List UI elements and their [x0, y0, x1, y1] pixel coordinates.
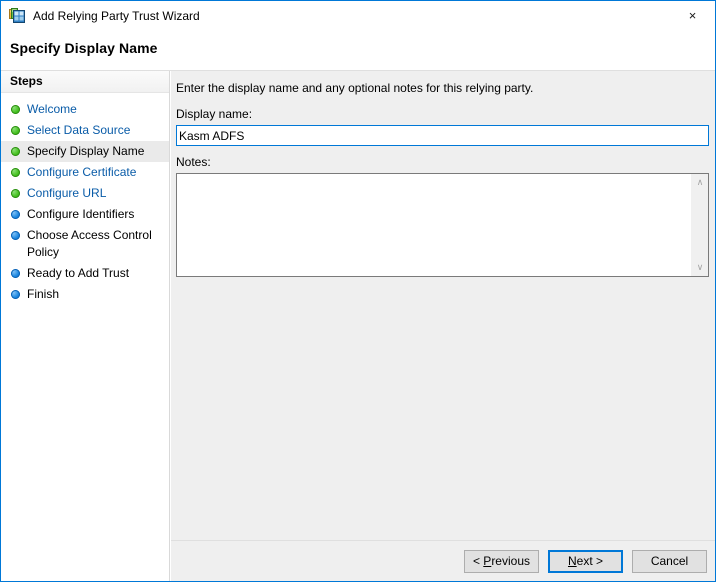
sidebar-item-label: Ready to Add Trust [27, 266, 130, 280]
sidebar-item-label: Configure URL [27, 186, 107, 200]
sidebar-item-configure-certificate[interactable]: Configure Certificate [1, 162, 169, 183]
steps-header: Steps [1, 71, 169, 93]
sidebar-item-label: Select Data Source [27, 123, 131, 137]
sidebar-item-label: Specify Display Name [27, 144, 145, 158]
sidebar-item-configure-url[interactable]: Configure URL [1, 183, 169, 204]
sidebar-item-ready-to-add-trust[interactable]: Ready to Add Trust [1, 263, 169, 284]
steps-sidebar: Steps Welcome Select Data Source Specify… [1, 71, 169, 581]
notes-scrollbar[interactable]: ∧ ∨ [691, 174, 708, 276]
step-bullet-icon [11, 231, 20, 240]
title-bar: Add Relying Party Trust Wizard × [1, 1, 715, 31]
notes-input[interactable] [177, 174, 691, 276]
steps-list: Welcome Select Data Source Specify Displ… [1, 93, 169, 305]
previous-button[interactable]: < Previous [463, 550, 539, 573]
step-bullet-icon [11, 126, 20, 135]
sidebar-item-finish[interactable]: Finish [1, 284, 169, 305]
chevron-up-icon[interactable]: ∧ [692, 174, 708, 191]
notes-field-wrapper: ∧ ∨ [176, 173, 709, 277]
button-row: < Previous Next > Cancel [463, 550, 707, 573]
cancel-button[interactable]: Cancel [632, 550, 707, 573]
intro-text: Enter the display name and any optional … [176, 81, 534, 95]
step-bullet-icon [11, 105, 20, 114]
step-bullet-icon [11, 210, 20, 219]
relying-party-trust-icon [9, 8, 25, 24]
page-header: Specify Display Name [1, 31, 715, 71]
next-button-accel: N [567, 554, 577, 568]
step-bullet-icon [11, 147, 20, 156]
sidebar-item-specify-display-name[interactable]: Specify Display Name [1, 141, 169, 162]
display-name-label: Display name: [176, 107, 253, 121]
close-button[interactable]: × [670, 1, 715, 30]
sidebar-item-configure-identifiers[interactable]: Configure Identifiers [1, 204, 169, 225]
sidebar-item-select-data-source[interactable]: Select Data Source [1, 120, 169, 141]
step-bullet-icon [11, 290, 20, 299]
sidebar-item-label: Configure Certificate [27, 165, 137, 179]
wizard-window: Add Relying Party Trust Wizard × Specify… [0, 0, 716, 582]
previous-button-rest: revious [491, 554, 530, 568]
step-bullet-icon [11, 269, 20, 278]
page-title: Specify Display Name [10, 40, 158, 56]
close-icon: × [688, 8, 697, 23]
sidebar-item-label: Finish [27, 287, 60, 301]
sidebar-item-label: Choose Access Control Policy [27, 228, 152, 259]
main-content: Enter the display name and any optional … [171, 71, 715, 581]
notes-label: Notes: [176, 155, 211, 169]
sidebar-item-label: Configure Identifiers [27, 207, 135, 221]
window-title: Add Relying Party Trust Wizard [33, 9, 200, 23]
sidebar-item-welcome[interactable]: Welcome [1, 99, 169, 120]
step-bullet-icon [11, 168, 20, 177]
steps-header-label: Steps [10, 74, 43, 88]
chevron-down-icon[interactable]: ∨ [692, 259, 708, 276]
display-name-input[interactable] [176, 125, 709, 146]
next-button[interactable]: Next > [548, 550, 623, 573]
footer-divider [171, 540, 715, 541]
previous-button-prefix: < [472, 554, 484, 568]
next-button-rest: ext > [576, 554, 604, 568]
step-bullet-icon [11, 189, 20, 198]
sidebar-item-choose-access-control-policy[interactable]: Choose Access Control Policy [1, 225, 169, 263]
sidebar-item-label: Welcome [27, 102, 77, 116]
